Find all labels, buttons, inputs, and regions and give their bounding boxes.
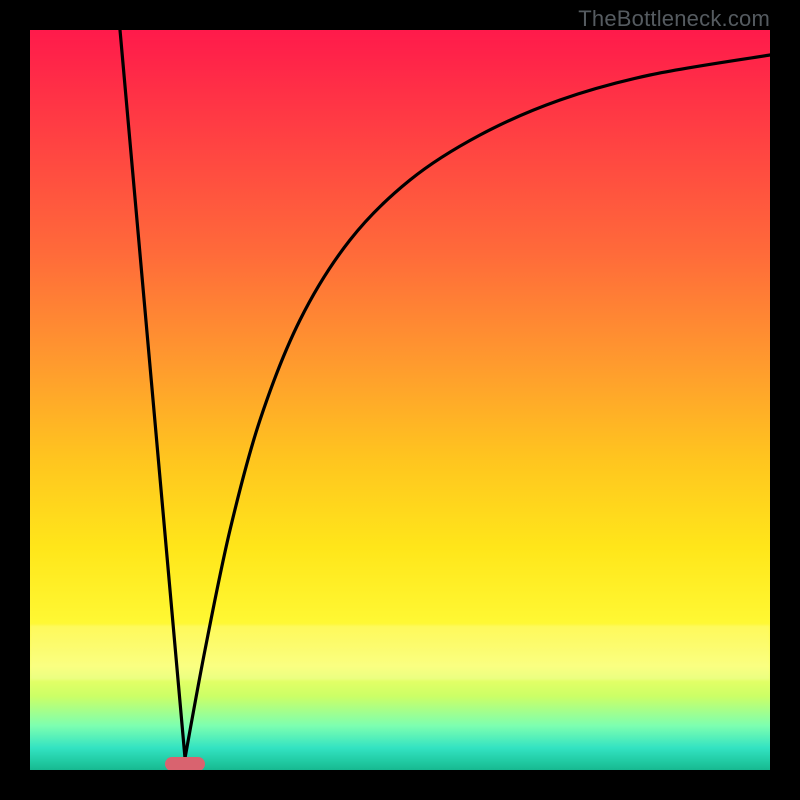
curve-left (120, 30, 185, 758)
chart-container: TheBottleneck.com (0, 0, 800, 800)
minimum-marker (165, 757, 205, 770)
curve-right (185, 55, 770, 758)
watermark-text: TheBottleneck.com (578, 6, 770, 32)
chart-curves (30, 30, 770, 770)
plot-area (30, 30, 770, 770)
